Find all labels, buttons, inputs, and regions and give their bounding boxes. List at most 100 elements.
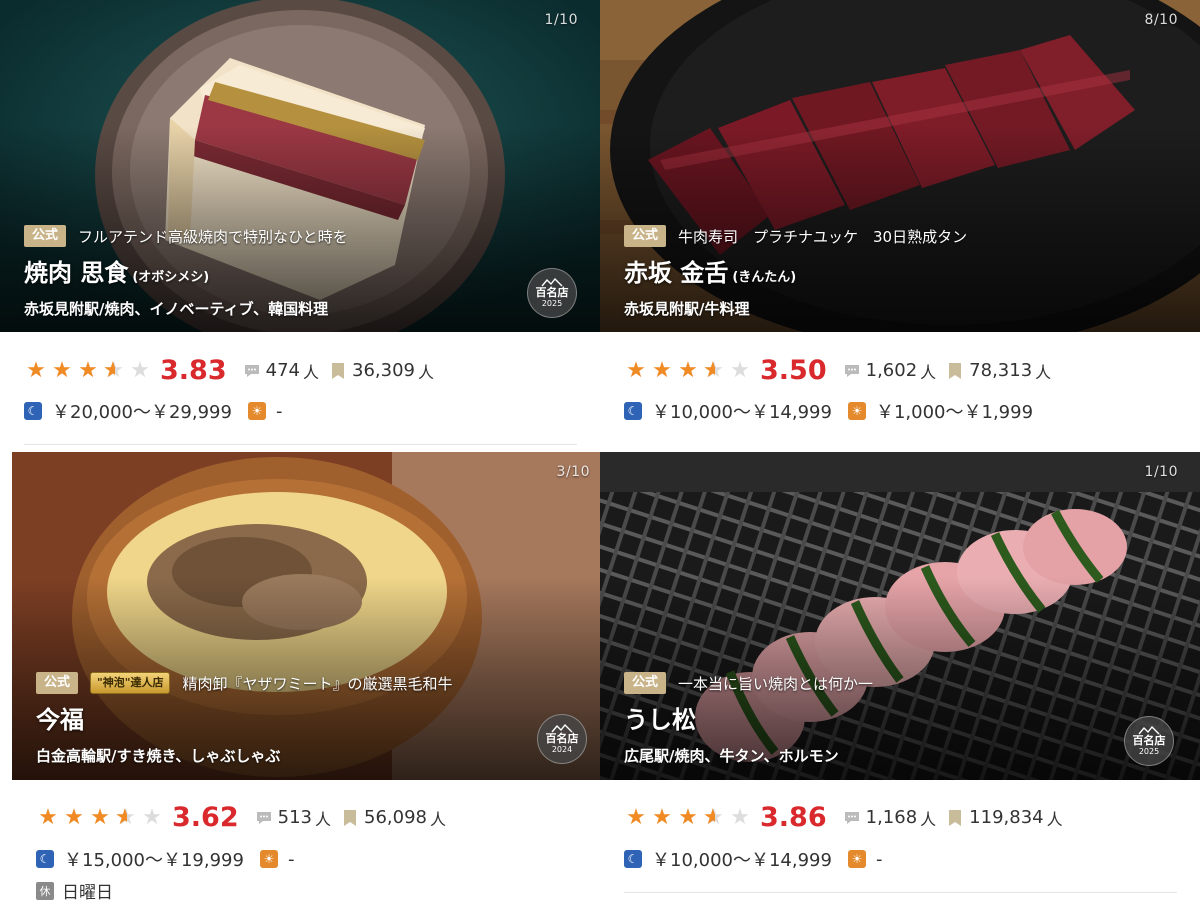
restaurant-name-text: 焼肉 思食: [24, 259, 129, 287]
tagline: 牛肉寿司 プラチナユッケ 30日熟成タン: [678, 227, 968, 246]
review-unit: 人: [314, 809, 331, 829]
sun-icon: ☀: [247, 402, 266, 420]
hyakumeiten-badge: 百名店 2025: [527, 268, 577, 318]
bookmark-icon: [329, 362, 347, 380]
price-row: ☾ ￥10,000～￥14,999 ☀ ￥1,000～￥1,999: [624, 398, 1033, 424]
badge-year: 2024: [551, 744, 573, 754]
moon-icon: ☾: [624, 850, 642, 868]
star-icon: ★: [26, 357, 46, 383]
rating-score: 3.62: [172, 802, 239, 833]
official-tag: 公式: [24, 225, 67, 247]
rating-row: ★ ★ ★ ★ ★ 3.86 1,168人 119,834人: [624, 802, 1073, 833]
lunch-price: -: [875, 848, 883, 870]
badge-year: 2025: [1138, 746, 1160, 756]
rating-score: 3.86: [760, 802, 827, 833]
dinner-price: ￥10,000～￥14,999: [652, 850, 832, 871]
tagline: 一本当に旨い焼肉とは何か一: [678, 674, 874, 693]
photo-counter: 8/10: [1144, 12, 1178, 28]
photo-overlay: 公式 "神泡"達人店 精肉卸『ヤザワミート』の厳選黒毛和牛 今福 白金高輪駅/す…: [36, 672, 520, 766]
restaurant-name[interactable]: うし松: [624, 700, 1120, 735]
restaurant-name[interactable]: 赤坂 金舌 (きんたん): [624, 253, 1120, 288]
restaurant-reading: (オボシメシ): [132, 270, 210, 285]
bookmark-count: 56,098: [364, 807, 427, 828]
star-rating: ★ ★ ★ ★ ★: [624, 357, 752, 383]
review-count: 1,168: [865, 807, 918, 828]
restaurant-card[interactable]: 1/10 公式 フルアテンド高級焼肉で特別なひと時を 焼肉 思食 (オボシメシ) …: [0, 0, 600, 445]
station-genre: 赤坂見附駅/牛料理: [624, 300, 750, 318]
rating-row: ★ ★ ★ ★ ★ 3.83 474人 36,309人: [24, 355, 444, 386]
dinner-price: ￥10,000～￥14,999: [652, 402, 832, 423]
official-tag: 公式: [36, 672, 79, 694]
closed-day: 日曜日: [62, 883, 113, 900]
review-unit: 人: [920, 809, 937, 829]
review-count: 513: [277, 807, 312, 828]
bookmark-icon: [946, 809, 964, 827]
empty-star-icon: ★: [130, 357, 150, 383]
half-star-icon: ★: [702, 806, 726, 829]
restaurant-card[interactable]: 1/10 公式 一本当に旨い焼肉とは何か一 うし松 広尾駅/焼肉、牛タン、ホルモ…: [600, 452, 1200, 900]
star-icon: ★: [626, 357, 646, 383]
moon-icon: ☾: [36, 850, 54, 868]
bookmark-unit: 人: [417, 362, 434, 382]
badge-year: 2025: [541, 298, 563, 308]
official-tag: 公式: [624, 672, 667, 694]
restaurant-name-text: 赤坂 金舌: [624, 259, 729, 287]
empty-star-icon: ★: [730, 804, 750, 830]
station-genre: 白金高輪駅/すき焼き、しゃぶしゃぶ: [36, 747, 281, 765]
bookmark-unit: 人: [1035, 362, 1052, 382]
star-icon: ★: [90, 804, 110, 830]
restaurant-name[interactable]: 今福: [36, 700, 520, 735]
sun-icon: ☀: [847, 402, 866, 420]
half-star-icon: ★: [102, 359, 126, 382]
star-rating: ★ ★ ★ ★ ★: [36, 804, 164, 830]
lunch-price: -: [275, 400, 283, 422]
restaurant-photo[interactable]: 1/10 公式 一本当に旨い焼肉とは何か一 うし松 広尾駅/焼肉、牛タン、ホルモ…: [600, 452, 1200, 780]
restaurant-photo[interactable]: 3/10 公式 "神泡"達人店 精肉卸『ヤザワミート』の厳選黒毛和牛 今福 白金…: [12, 452, 600, 780]
moon-icon: ☾: [624, 402, 642, 420]
bookmark-unit: 人: [1046, 809, 1063, 829]
badge-title: 百名店: [1132, 733, 1166, 747]
restaurant-name[interactable]: 焼肉 思食 (オボシメシ): [24, 253, 520, 288]
restaurant-card[interactable]: 8/10 公式 牛肉寿司 プラチナユッケ 30日熟成タン 赤坂 金舌 (きんたん)…: [600, 0, 1200, 445]
restaurant-photo[interactable]: 1/10 公式 フルアテンド高級焼肉で特別なひと時を 焼肉 思食 (オボシメシ) …: [0, 0, 600, 332]
half-star-icon: ★: [702, 359, 726, 382]
badge-title: 百名店: [535, 285, 569, 299]
closed-day-icon: 休: [36, 881, 54, 900]
restaurant-photo[interactable]: 8/10 公式 牛肉寿司 プラチナユッケ 30日熟成タン 赤坂 金舌 (きんたん)…: [600, 0, 1200, 332]
star-icon: ★: [652, 357, 672, 383]
review-count: 1,602: [865, 360, 918, 381]
bookmark-count: 36,309: [352, 360, 415, 381]
card-divider: [24, 444, 577, 445]
sun-icon: ☀: [259, 850, 278, 868]
sun-icon: ☀: [847, 850, 866, 868]
star-rating: ★ ★ ★ ★ ★: [624, 804, 752, 830]
rating-score: 3.83: [160, 355, 227, 386]
closed-day-row: 休 日曜日: [36, 878, 113, 900]
photo-overlay: 公式 フルアテンド高級焼肉で特別なひと時を 焼肉 思食 (オボシメシ) 赤坂見附駅…: [24, 225, 520, 319]
tagline: フルアテンド高級焼肉で特別なひと時を: [78, 227, 348, 246]
rating-row: ★ ★ ★ ★ ★ 3.62 513人 56,098人: [36, 802, 456, 833]
empty-star-icon: ★: [730, 357, 750, 383]
rating-score: 3.50: [760, 355, 827, 386]
restaurant-reading: (きんたん): [732, 270, 797, 285]
star-rating: ★ ★ ★ ★ ★: [24, 357, 152, 383]
review-unit: 人: [920, 362, 937, 382]
hyakumeiten-badge: 百名店 2025: [1124, 716, 1174, 766]
station-genre: 広尾駅/焼肉、牛タン、ホルモン: [624, 747, 839, 765]
hyakumeiten-badge: 百名店 2024: [537, 714, 587, 764]
card-divider: [624, 892, 1177, 893]
bookmark-unit: 人: [429, 809, 446, 829]
restaurant-card[interactable]: 3/10 公式 "神泡"達人店 精肉卸『ヤザワミート』の厳選黒毛和牛 今福 白金…: [12, 452, 600, 900]
star-icon: ★: [678, 804, 698, 830]
price-row: ☾ ￥10,000～￥14,999 ☀ -: [624, 846, 882, 872]
speech-bubble-icon: [243, 362, 261, 380]
star-icon: ★: [678, 357, 698, 383]
star-icon: ★: [64, 804, 84, 830]
badge-title: 百名店: [545, 731, 579, 745]
lunch-price: -: [287, 848, 295, 870]
bookmark-icon: [946, 362, 964, 380]
dinner-price: ￥15,000～￥19,999: [64, 850, 244, 871]
speech-bubble-icon: [843, 362, 861, 380]
empty-star-icon: ★: [142, 804, 162, 830]
bookmark-icon: [341, 809, 359, 827]
